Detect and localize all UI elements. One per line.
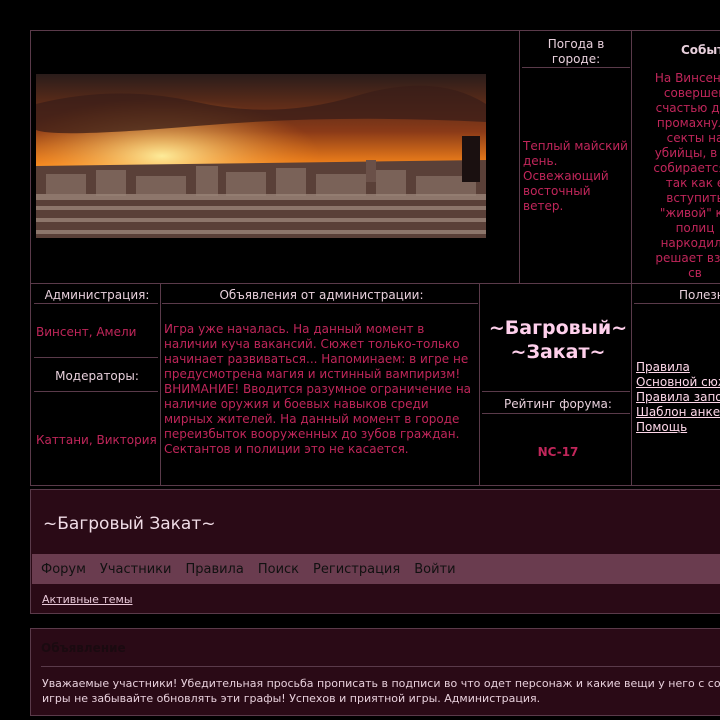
moderators-names: Каттани, Виктория (36, 433, 157, 447)
main-nav: Форум Участники Правила Поиск Регистраци… (32, 554, 720, 584)
divider (41, 666, 720, 667)
divider (482, 391, 630, 392)
divider (519, 31, 520, 283)
nav-register[interactable]: Регистрация (313, 562, 400, 577)
sunset-city-image (36, 74, 486, 238)
divider (631, 31, 632, 486)
nav-forum[interactable]: Форум (41, 562, 86, 577)
nav-login[interactable]: Войти (414, 562, 455, 577)
divider (160, 283, 161, 486)
link-profile-template[interactable]: Шаблон анкет (636, 405, 720, 420)
divider (482, 413, 630, 414)
announcements-text: Игра уже началась. На данный момент в на… (164, 322, 472, 456)
events-text: На Винсента совершен счастью для промахн… (653, 71, 720, 280)
forum-title: ~Багровый Закат~ (43, 514, 216, 534)
administration-names: Винсент, Амели (36, 325, 137, 339)
divider (162, 303, 478, 304)
events-title: Событ (681, 43, 720, 57)
announcement-block: Объявление Уважаемые участники! Убедител… (30, 628, 720, 716)
link-rules[interactable]: Правила (636, 360, 720, 375)
link-posting-rules[interactable]: Правила запо (636, 390, 720, 405)
useful-links-title: Полезн (679, 288, 720, 302)
link-main-plot[interactable]: Основной сюж (636, 375, 720, 390)
announcement-text: Уважаемые участники! Убедительная просьб… (42, 677, 720, 705)
divider (34, 391, 158, 392)
administration-title: Администрация: (44, 288, 150, 302)
weather-title: Погода в городе: (547, 37, 605, 66)
nav-rules[interactable]: Правила (185, 562, 243, 577)
forum-logo-text: ~Багровый~ ~Закат~ (488, 317, 628, 363)
useful-links-list: Правила Основной сюж Правила запо Шаблон… (636, 360, 720, 435)
weather-text: Теплый майский день. Освежающий восточны… (523, 139, 628, 213)
nav-members[interactable]: Участники (100, 562, 172, 577)
rating-title: Рейтинг форума: (504, 397, 612, 411)
link-help[interactable]: Помощь (636, 420, 720, 435)
divider (34, 303, 158, 304)
moderators-title: Модераторы: (55, 369, 139, 383)
forum-header: ~Багровый Закат~ Форум Участники Правила… (30, 489, 720, 614)
divider (522, 67, 630, 68)
nav-search[interactable]: Поиск (258, 562, 299, 577)
rating-value: NC-17 (537, 445, 579, 459)
divider (634, 303, 720, 304)
top-banner-table: Погода в городе: Теплый майский день. Ос… (30, 30, 720, 486)
divider (479, 283, 480, 486)
active-topics-link[interactable]: Активные темы (42, 593, 133, 606)
divider (34, 357, 158, 358)
divider (31, 283, 720, 284)
announcement-title: Объявление (41, 641, 126, 655)
announcements-title: Объявления от администрации: (219, 288, 424, 302)
